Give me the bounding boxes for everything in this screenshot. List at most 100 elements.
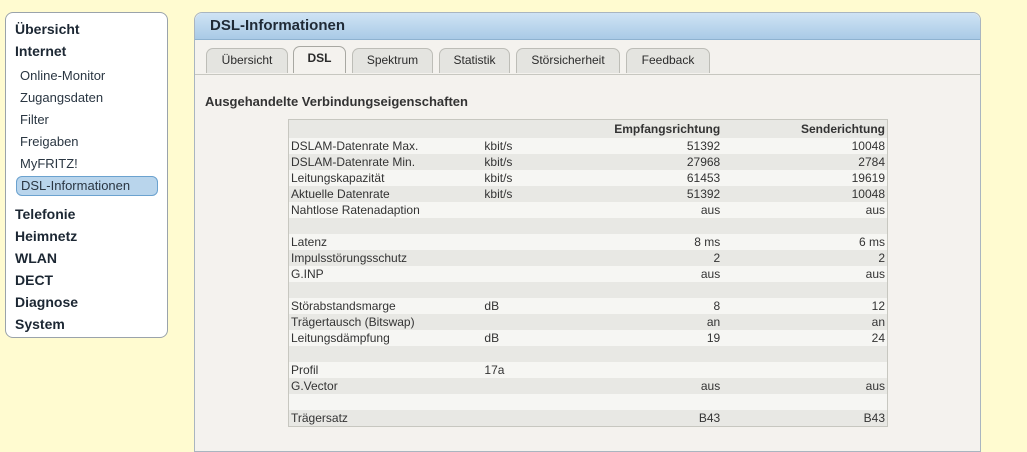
nav-zugangsdaten[interactable]: Zugangsdaten <box>20 89 103 107</box>
cell-label: Profil <box>291 363 319 377</box>
table-row: Aktuelle Datenrate kbit/s 51392 10048 <box>288 186 888 202</box>
nav-system[interactable]: System <box>15 315 65 333</box>
table-row <box>288 282 888 298</box>
table-row: Störabstandsmarge dB 8 12 <box>289 298 888 314</box>
cell-label: G.Vector <box>288 378 483 394</box>
cell-unit <box>482 282 595 298</box>
table-row <box>288 218 888 234</box>
header-cell <box>482 119 595 138</box>
cell-downstream <box>595 394 722 410</box>
cell-label: Nahtlose Ratenadaption <box>291 203 420 217</box>
nav-heimnetz[interactable]: Heimnetz <box>15 227 77 245</box>
cell-unit: dB <box>484 331 500 345</box>
cell-label: Aktuelle Datenrate <box>288 186 483 202</box>
cell-upstream: 10048 <box>851 139 885 153</box>
cell-downstream: aus <box>700 267 721 281</box>
cell-downstream: 27968 <box>594 154 723 170</box>
header-cell <box>288 119 483 138</box>
cell-label: DSLAM-Datenrate Max. <box>291 139 419 153</box>
tab-uebersicht[interactable]: Übersicht <box>206 48 288 73</box>
cell-upstream: 12 <box>871 299 885 313</box>
cell-label: Latenz <box>291 235 328 249</box>
nav-overview[interactable]: Übersicht <box>15 20 80 38</box>
cell-downstream: 61453 <box>686 171 721 185</box>
cell-label: Leitungsdämpfung <box>291 331 390 345</box>
nav-dect[interactable]: DECT <box>15 271 53 289</box>
cell-label: Trägertausch (Bitswap) <box>288 314 483 330</box>
nav-telefonie[interactable]: Telefonie <box>15 205 75 223</box>
cell-upstream <box>722 394 887 410</box>
cell-unit <box>482 394 595 410</box>
table-row: Leitungskapazität kbit/s 61453 19619 <box>289 170 888 186</box>
cell-upstream: aus <box>722 378 888 394</box>
cell-label <box>288 346 483 362</box>
cell-unit: kbit/s <box>484 171 513 185</box>
cell-downstream: an <box>594 314 723 330</box>
table-row: Trägertausch (Bitswap) an an <box>288 314 888 330</box>
table-row <box>288 346 888 362</box>
cell-unit: kbit/s <box>484 139 513 153</box>
header-upstream: Senderichtung <box>722 119 888 138</box>
tab-feedback[interactable]: Feedback <box>626 48 710 73</box>
nav-internet[interactable]: Internet <box>15 42 66 60</box>
cell-unit <box>482 202 595 218</box>
cell-upstream: aus <box>865 267 885 281</box>
cell-unit <box>482 218 595 234</box>
tab-dsl[interactable]: DSL <box>293 46 346 73</box>
cell-upstream: 24 <box>871 331 885 345</box>
cell-label: Trägersatz <box>288 410 483 427</box>
nav-wlan[interactable]: WLAN <box>15 249 57 267</box>
cell-label: Leitungskapazität <box>291 171 385 185</box>
main-panel: DSL-Informationen Übersicht DSL Spektrum… <box>194 12 981 452</box>
nav-filter[interactable]: Filter <box>20 111 49 129</box>
cell-upstream: B43 <box>722 410 888 427</box>
cell-upstream: an <box>722 314 888 330</box>
cell-downstream: B43 <box>594 410 723 427</box>
table-row: DSLAM-Datenrate Min. kbit/s 27968 2784 <box>288 154 888 170</box>
table-row: Nahtlose Ratenadaption aus aus <box>289 202 888 218</box>
nav-online-monitor[interactable]: Online-Monitor <box>20 67 105 85</box>
cell-upstream: 2 <box>722 250 888 266</box>
table-row: DSLAM-Datenrate Max. kbit/s 51392 10048 <box>289 138 888 154</box>
cell-unit <box>482 266 595 282</box>
cell-downstream: aus <box>700 203 721 217</box>
tab-statistik[interactable]: Statistik <box>439 48 510 73</box>
cell-upstream <box>722 362 887 378</box>
panel-header: DSL-Informationen <box>195 13 980 40</box>
cell-downstream <box>595 362 722 378</box>
cell-downstream: 19 <box>706 331 721 345</box>
cell-unit: kbit/s <box>482 154 595 170</box>
cell-unit <box>482 378 595 394</box>
cell-unit: kbit/s <box>482 186 595 202</box>
cell-upstream <box>722 218 888 234</box>
cell-label <box>288 282 483 298</box>
table-row: Profil 17a <box>289 362 888 378</box>
nav-diagnose[interactable]: Diagnose <box>15 293 78 311</box>
cell-unit <box>482 346 595 362</box>
nav-freigaben[interactable]: Freigaben <box>20 133 79 151</box>
table-row: Impulsstörungsschutz 2 2 <box>288 250 888 266</box>
tab-stoersicherheit[interactable]: Störsicherheit <box>516 48 620 73</box>
cell-upstream: 19619 <box>851 171 885 185</box>
cell-downstream <box>594 346 723 362</box>
nav-myfritz[interactable]: MyFRITZ! <box>20 155 78 173</box>
cell-downstream: 51392 <box>686 139 721 153</box>
cell-downstream: 51392 <box>594 186 723 202</box>
cell-upstream: 10048 <box>722 186 888 202</box>
cell-unit <box>482 314 595 330</box>
cell-label: G.INP <box>291 267 324 281</box>
nav-dsl-informationen[interactable]: DSL-Informationen <box>16 176 158 196</box>
cell-downstream: aus <box>594 378 723 394</box>
tab-spektrum[interactable]: Spektrum <box>352 48 433 73</box>
cell-downstream: 8 <box>713 299 721 313</box>
cell-upstream <box>722 282 888 298</box>
cell-label <box>288 218 483 234</box>
cell-unit: dB <box>484 299 500 313</box>
page-title: DSL-Informationen <box>210 17 345 34</box>
cell-upstream: aus <box>865 203 885 217</box>
cell-unit: 17a <box>484 363 505 377</box>
sidebar-nav: Übersicht Internet Online-Monitor Zugang… <box>5 12 168 338</box>
cell-upstream: 6 ms <box>858 235 885 249</box>
header-downstream: Empfangsrichtung <box>594 119 723 138</box>
cell-label <box>289 394 483 410</box>
